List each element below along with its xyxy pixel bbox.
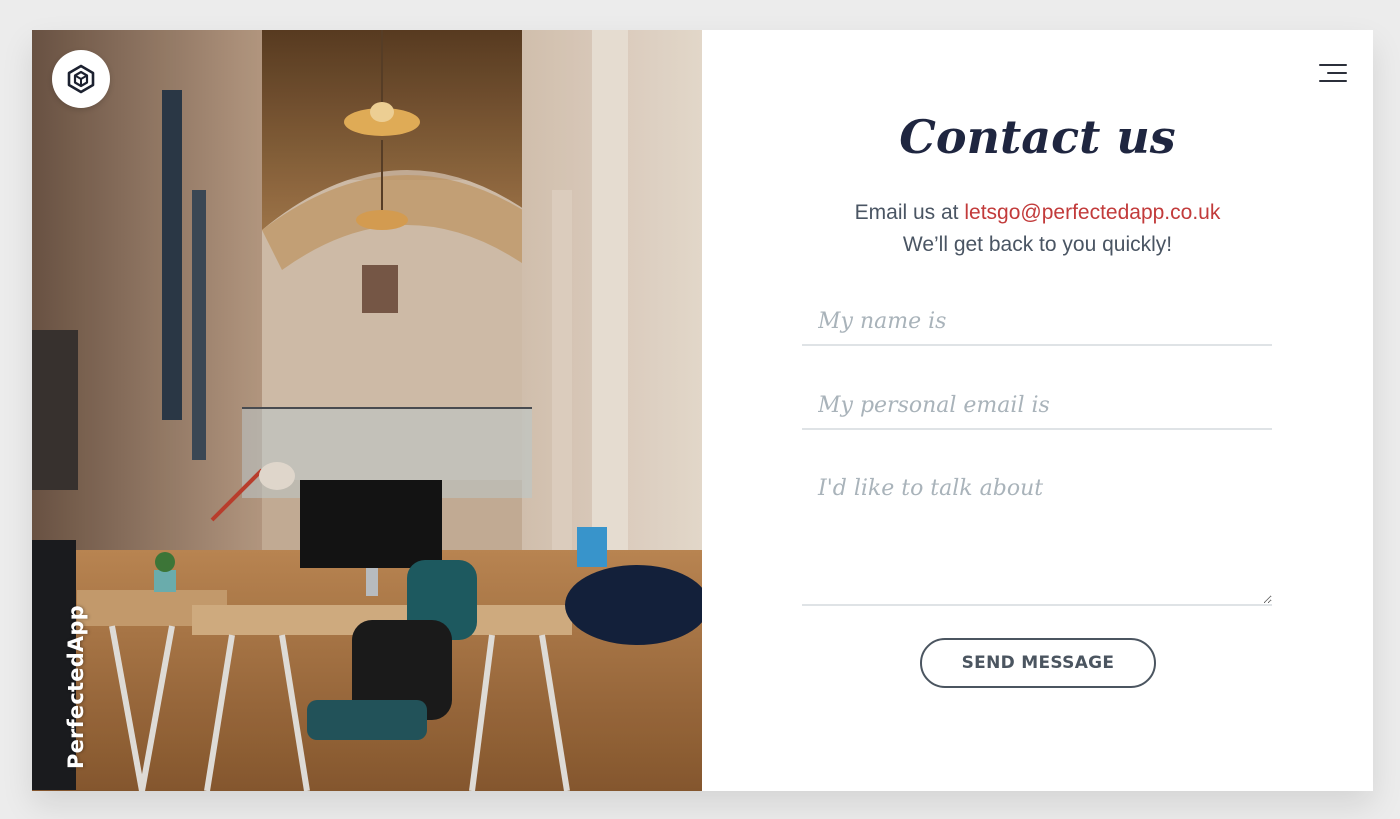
message-textarea[interactable] bbox=[802, 466, 1272, 606]
contact-intro: Email us at letsgo@perfectedapp.co.uk We… bbox=[702, 197, 1373, 261]
hexagon-cube-icon bbox=[67, 64, 95, 94]
contact-email-link[interactable]: letsgo@perfectedapp.co.uk bbox=[964, 201, 1220, 224]
intro-prefix: Email us at bbox=[854, 201, 959, 224]
hamburger-menu-icon[interactable] bbox=[1319, 62, 1347, 84]
email-input[interactable] bbox=[802, 382, 1272, 430]
logo-button[interactable] bbox=[52, 50, 110, 108]
intro-line-2: We’ll get back to you quickly! bbox=[902, 233, 1173, 256]
page-frame: PerfectedApp Contact us Email us at lets… bbox=[32, 30, 1373, 791]
contact-panel: Contact us Email us at letsgo@perfecteda… bbox=[702, 30, 1373, 791]
name-input[interactable] bbox=[802, 298, 1272, 346]
office-interior-illustration bbox=[32, 30, 702, 791]
page-title: Contact us bbox=[899, 110, 1176, 164]
office-photo: PerfectedApp bbox=[32, 30, 702, 791]
send-message-button[interactable]: SEND MESSAGE bbox=[920, 638, 1156, 688]
brand-wordmark: PerfectedApp bbox=[64, 605, 88, 769]
